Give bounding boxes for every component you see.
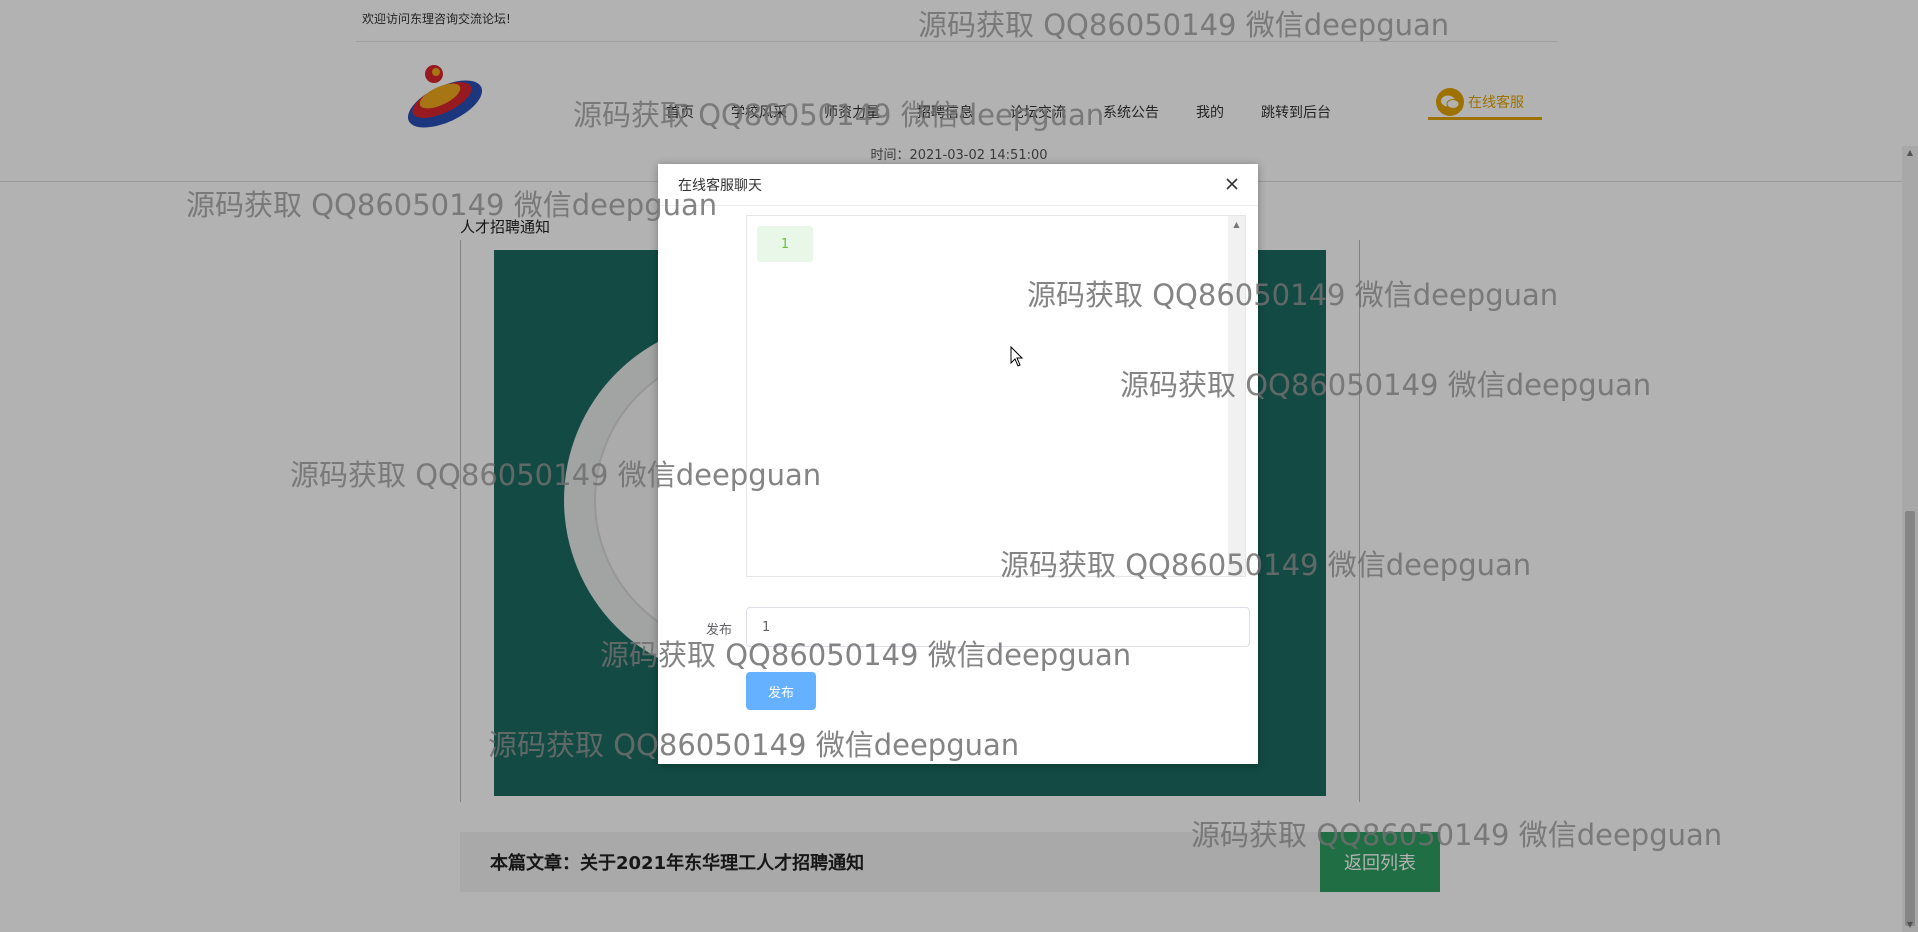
modal-header: 在线客服聊天	[658, 164, 1258, 206]
publish-field-label: 发布	[706, 623, 733, 638]
mouse-cursor-icon	[1010, 345, 1024, 368]
publish-button[interactable]: 发布	[746, 672, 816, 710]
modal-title: 在线客服聊天	[678, 177, 762, 194]
chat-message-list[interactable]: 1 ▲	[746, 215, 1246, 577]
chat-scroll-thumb[interactable]	[1230, 230, 1243, 552]
chat-modal: 在线客服聊天 1 ▲ 发布 发布	[658, 164, 1258, 764]
close-icon[interactable]	[1222, 174, 1242, 194]
chat-scrollbar[interactable]: ▲	[1228, 216, 1245, 576]
chat-message: 1	[757, 226, 813, 262]
publish-input[interactable]	[746, 607, 1250, 647]
